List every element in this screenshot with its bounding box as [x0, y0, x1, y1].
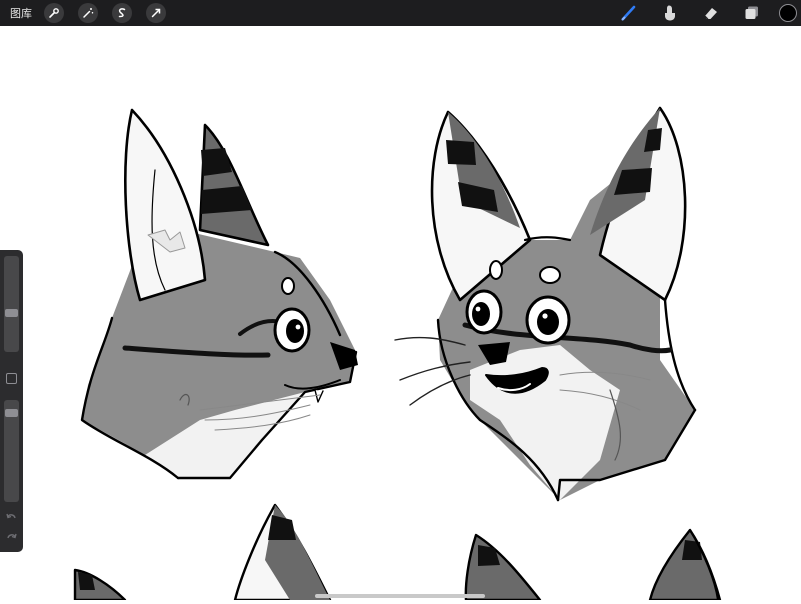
color-picker-button[interactable]	[779, 4, 797, 22]
eraser-icon[interactable]	[698, 0, 724, 26]
home-indicator	[315, 594, 485, 598]
transform-icon[interactable]	[146, 3, 166, 23]
eyedropper-button[interactable]	[6, 373, 17, 384]
brush-size-thumb[interactable]	[5, 309, 18, 317]
undo-icon[interactable]	[6, 512, 17, 522]
sidebar-panel	[0, 250, 23, 552]
opacity-slider[interactable]	[4, 400, 19, 502]
smudge-icon[interactable]	[657, 0, 683, 26]
gallery-button[interactable]: 图库	[10, 5, 36, 21]
wrench-icon[interactable]	[44, 3, 64, 23]
layers-icon[interactable]	[739, 0, 765, 26]
selection-icon[interactable]	[112, 3, 132, 23]
opacity-thumb[interactable]	[5, 409, 18, 417]
sketch-artwork	[73, 106, 722, 602]
brush-icon[interactable]	[616, 0, 642, 26]
redo-icon[interactable]	[6, 532, 17, 542]
drawing-canvas[interactable]	[0, 26, 801, 602]
top-toolbar: 图库	[0, 0, 801, 26]
magic-wand-icon[interactable]	[78, 3, 98, 23]
brush-size-slider[interactable]	[4, 256, 19, 352]
